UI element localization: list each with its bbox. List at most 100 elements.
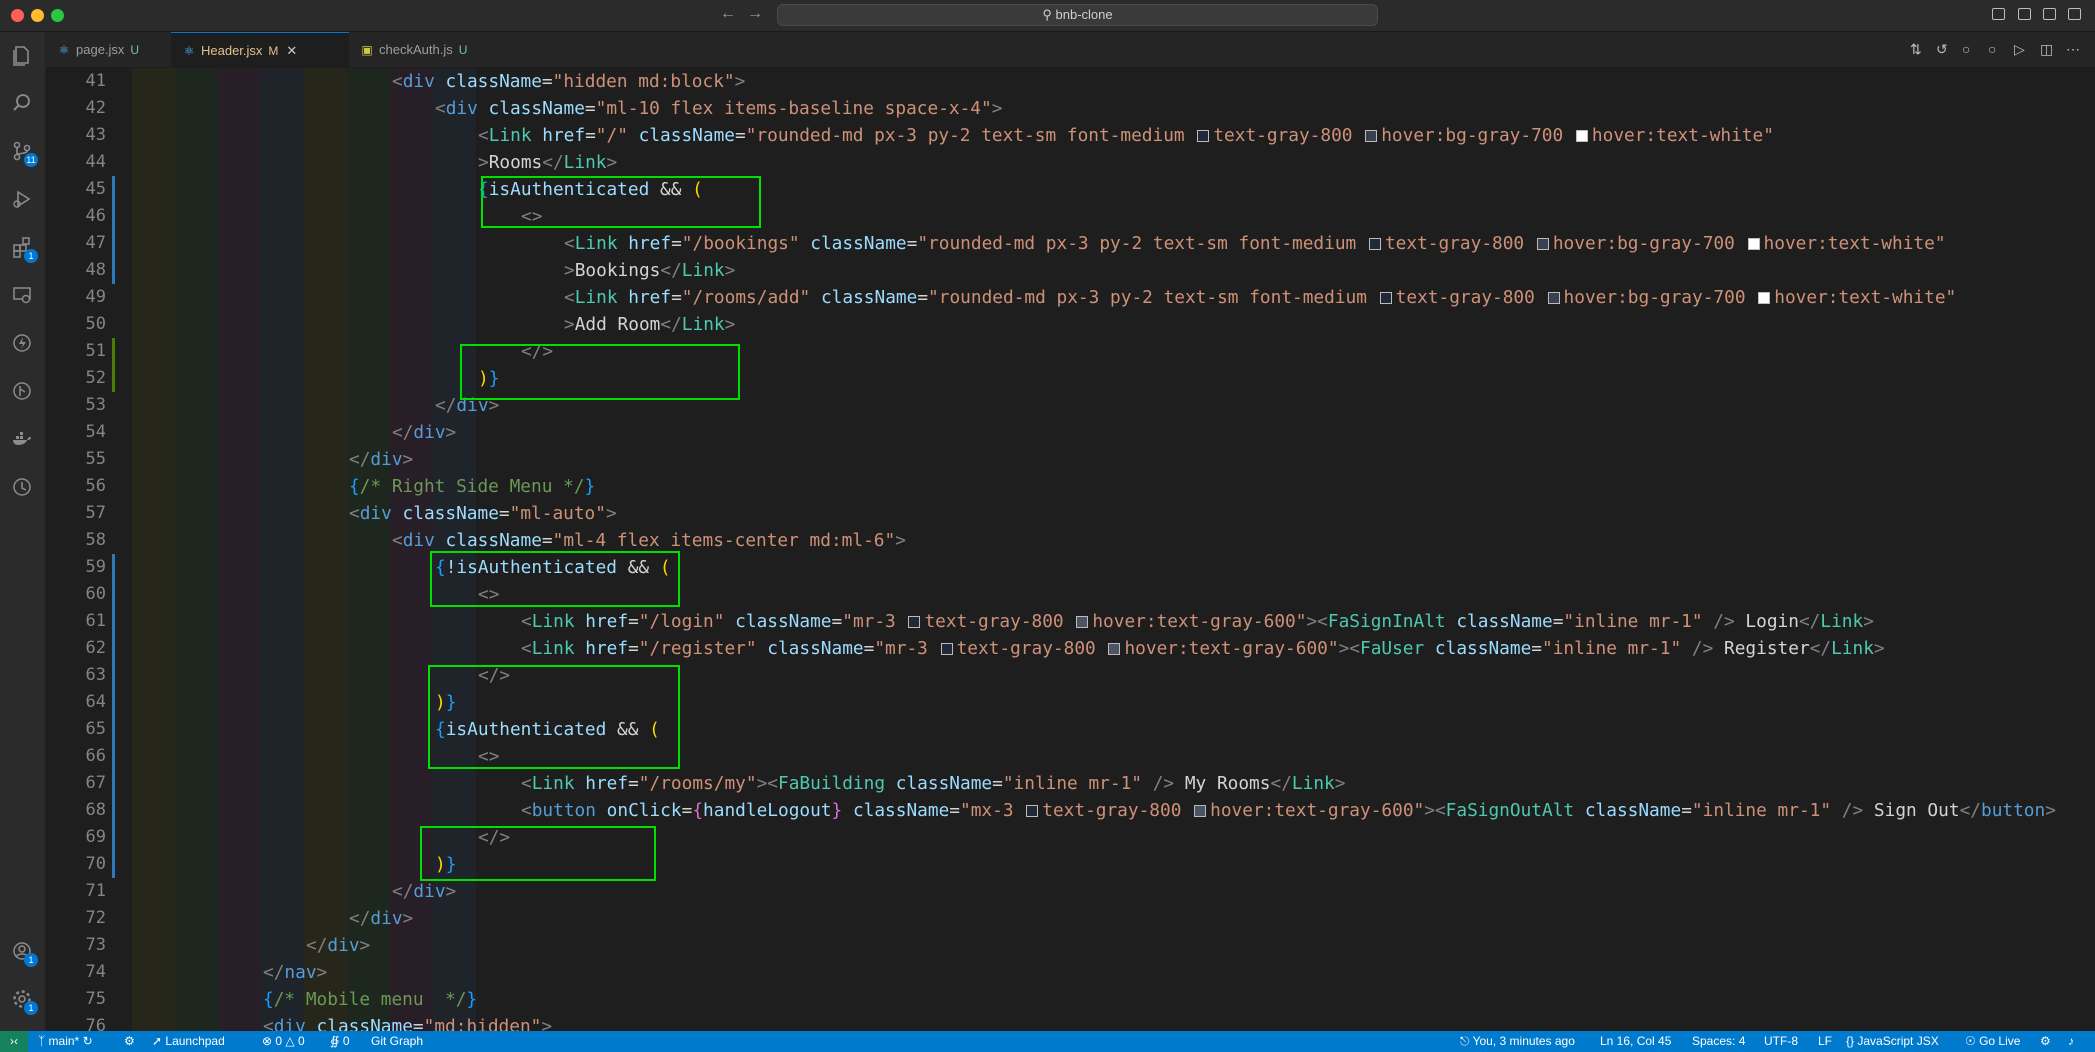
line-number[interactable]: 65: [46, 716, 106, 743]
color-swatch[interactable]: [1194, 805, 1207, 817]
search-icon[interactable]: [8, 89, 36, 117]
color-swatch[interactable]: [1368, 238, 1381, 250]
open-changes-icon[interactable]: ↺: [1936, 41, 1948, 58]
line-number[interactable]: 57: [46, 500, 106, 527]
color-swatch[interactable]: [1379, 292, 1392, 304]
color-swatch[interactable]: [1575, 130, 1588, 142]
line-number[interactable]: 43: [46, 122, 106, 149]
color-swatch[interactable]: [1108, 643, 1121, 655]
line-number[interactable]: 76: [46, 1013, 106, 1031]
color-swatch[interactable]: [1197, 130, 1210, 142]
color-swatch[interactable]: [940, 643, 953, 655]
toggle-panel-icon[interactable]: [2018, 8, 2031, 20]
color-swatch[interactable]: [908, 616, 921, 628]
docker-icon[interactable]: [8, 425, 36, 453]
language-mode[interactable]: {} JavaScript JSX: [1846, 1031, 1939, 1052]
line-number[interactable]: 70: [46, 851, 106, 878]
go-live-button[interactable]: ☉ Go Live: [1965, 1031, 2020, 1052]
gear-icon[interactable]: 1: [8, 985, 38, 1015]
line-number[interactable]: 49: [46, 284, 106, 311]
line-number[interactable]: 41: [46, 68, 106, 95]
line-number[interactable]: 75: [46, 986, 106, 1013]
split-editor-icon[interactable]: ◫: [2040, 41, 2053, 58]
launchpad-item[interactable]: ➚ Launchpad: [152, 1031, 225, 1052]
cursor-position[interactable]: Ln 16, Col 45: [1600, 1031, 1671, 1052]
compare-changes-icon[interactable]: ⇅: [1910, 41, 1922, 58]
tab-page-jsx[interactable]: ⚛ page.jsx U: [46, 32, 171, 67]
color-swatch[interactable]: [1758, 292, 1771, 304]
line-number[interactable]: 69: [46, 824, 106, 851]
line-number[interactable]: 71: [46, 878, 106, 905]
line-number[interactable]: 44: [46, 149, 106, 176]
accounts-icon[interactable]: 1: [8, 937, 38, 967]
indentation[interactable]: Spaces: 4: [1692, 1031, 1745, 1052]
color-swatch[interactable]: [1536, 238, 1549, 250]
encoding[interactable]: UTF-8: [1764, 1031, 1798, 1052]
code-editor[interactable]: 41 42 43 44 45 46 47 48 49 50 51 52 53 54 55 56 57 58 59 60…: [46, 68, 2095, 1031]
customize-layout-icon[interactable]: [2068, 8, 2081, 20]
git-graph-item[interactable]: Git Graph: [371, 1031, 423, 1052]
color-swatch[interactable]: [1747, 238, 1760, 250]
line-number[interactable]: 56: [46, 473, 106, 500]
run-icon[interactable]: ▷: [2014, 41, 2025, 58]
bell-icon[interactable]: ♪: [2068, 1031, 2074, 1052]
previous-change-icon[interactable]: ○: [1962, 41, 1970, 57]
copilot-icon[interactable]: ⚙: [2040, 1031, 2051, 1052]
explorer-icon[interactable]: [8, 41, 36, 69]
branch-indicator[interactable]: ᛉ main* ↻: [38, 1031, 93, 1052]
line-number[interactable]: 53: [46, 392, 106, 419]
extensions-icon[interactable]: 1: [8, 233, 38, 263]
color-swatch[interactable]: [1547, 292, 1560, 304]
git-graph-icon[interactable]: [8, 377, 36, 405]
zoom-window-button[interactable]: [51, 9, 64, 22]
line-number[interactable]: 55: [46, 446, 106, 473]
toggle-primary-sidebar-icon[interactable]: [1992, 8, 2005, 20]
line-number[interactable]: 51: [46, 338, 106, 365]
forward-arrow-icon[interactable]: →: [747, 5, 763, 23]
run-debug-icon[interactable]: [8, 185, 36, 213]
git-blame-item[interactable]: ⎋ You, 3 minutes ago: [1460, 1031, 1575, 1052]
remote-explorer-icon[interactable]: [8, 281, 36, 309]
line-number[interactable]: 62: [46, 635, 106, 662]
ports-item[interactable]: ∯ 0: [330, 1031, 350, 1052]
line-number[interactable]: 58: [46, 527, 106, 554]
color-swatch[interactable]: [1365, 130, 1378, 142]
close-window-button[interactable]: [11, 9, 24, 22]
line-number[interactable]: 72: [46, 905, 106, 932]
timeline-icon[interactable]: [8, 473, 36, 501]
line-number[interactable]: 54: [46, 419, 106, 446]
line-number[interactable]: 46: [46, 203, 106, 230]
line-number[interactable]: 45: [46, 176, 106, 203]
line-number[interactable]: 64: [46, 689, 106, 716]
line-number[interactable]: 47: [46, 230, 106, 257]
back-arrow-icon[interactable]: ←: [720, 5, 736, 23]
source-control-icon[interactable]: 11: [8, 137, 38, 167]
tab-checkauth-js[interactable]: ▣ checkAuth.js U: [349, 32, 499, 67]
color-swatch[interactable]: [1026, 805, 1039, 817]
line-number[interactable]: 74: [46, 959, 106, 986]
line-number[interactable]: 42: [46, 95, 106, 122]
tab-header-jsx[interactable]: ⚛ Header.jsx M ✕: [171, 32, 349, 67]
line-number[interactable]: 66: [46, 743, 106, 770]
line-number[interactable]: 52: [46, 365, 106, 392]
line-number[interactable]: 50: [46, 311, 106, 338]
close-tab-icon[interactable]: ✕: [286, 43, 297, 58]
color-swatch[interactable]: [1076, 616, 1089, 628]
line-number[interactable]: 63: [46, 662, 106, 689]
command-center[interactable]: ⚲ bnb-clone: [777, 4, 1378, 26]
lightning-icon[interactable]: [8, 329, 36, 357]
problems-item[interactable]: ⊗ 0 △ 0: [262, 1031, 305, 1052]
end-of-line[interactable]: LF: [1818, 1031, 1832, 1052]
line-number[interactable]: 60: [46, 581, 106, 608]
line-number[interactable]: 67: [46, 770, 106, 797]
line-number[interactable]: 61: [46, 608, 106, 635]
publish-icon[interactable]: ⚙: [124, 1031, 135, 1052]
line-number[interactable]: 68: [46, 797, 106, 824]
more-actions-icon[interactable]: ⋯: [2066, 41, 2080, 58]
line-number[interactable]: 59: [46, 554, 106, 581]
minimize-window-button[interactable]: [31, 9, 44, 22]
next-change-icon[interactable]: ○: [1988, 41, 1996, 57]
remote-indicator-icon[interactable]: ›‹: [0, 1031, 28, 1052]
line-number[interactable]: 73: [46, 932, 106, 959]
line-number[interactable]: 48: [46, 257, 106, 284]
